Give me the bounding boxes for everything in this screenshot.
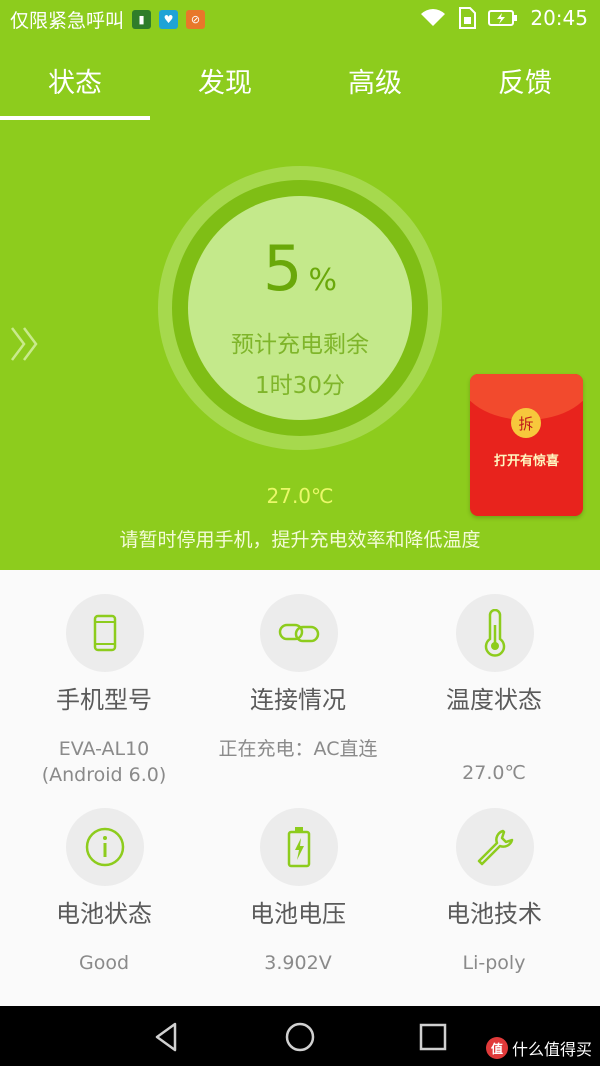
battery-info-grid: 手机型号 EVA-AL10 (Android 6.0) 连接情况 正在充电：AC…: [0, 570, 600, 1006]
thermometer-icon: [484, 609, 506, 657]
tab-discover[interactable]: 发现: [150, 40, 300, 120]
link-icon: [278, 623, 320, 643]
watermark: 值 什么值得买: [485, 1036, 592, 1060]
card-value: Good: [78, 952, 130, 974]
card-title: 电池电压: [250, 900, 346, 928]
red-packet-text: 打开有惊喜: [493, 454, 559, 469]
card-icon-circle: [66, 808, 144, 886]
card-value: 正在充电：AC直连: [218, 738, 378, 760]
charge-percent: 5%: [0, 232, 600, 305]
sim-icon: [459, 7, 477, 29]
status-left: 仅限紧急呼叫 ▮ ♥ ⊘: [10, 6, 206, 33]
info-icon: [85, 827, 125, 867]
tab-bar: 状态 发现 高级 反馈: [0, 40, 600, 120]
card-value: EVA-AL10 (Android 6.0): [41, 738, 167, 786]
card-title: 电池技术: [446, 900, 542, 928]
wrench-icon: [477, 829, 514, 866]
red-packet-promo[interactable]: 拆 打开有惊喜: [470, 374, 583, 516]
home-icon[interactable]: [283, 1020, 317, 1054]
tab-feedback-label: 反馈: [498, 67, 552, 99]
card-title: 手机型号: [56, 686, 152, 714]
card-value: Li-poly: [462, 952, 526, 974]
status-right: 20:45: [420, 6, 588, 30]
card-icon-circle: [260, 594, 338, 672]
battery-charging-icon: [488, 10, 518, 26]
battery-icon: [287, 827, 311, 868]
watermark-badge: 值: [485, 1037, 508, 1059]
status-bar: 仅限紧急呼叫 ▮ ♥ ⊘ 20:45: [0, 0, 600, 40]
wifi-icon: [421, 9, 446, 26]
recents-icon[interactable]: [416, 1020, 450, 1054]
card-title: 温度状态: [446, 686, 542, 714]
tab-discover-label: 发现: [198, 67, 252, 99]
tab-feedback[interactable]: 反馈: [450, 40, 600, 120]
charge-percent-unit: %: [308, 263, 337, 298]
card-icon-circle: [260, 808, 338, 886]
charge-percent-value: 5: [263, 232, 303, 305]
clock: 20:45: [530, 6, 588, 30]
charging-tip: 请暂时停用手机，提升充电效率和降低温度: [119, 529, 481, 551]
tab-status-label: 状态: [48, 67, 102, 99]
double-chevron-right-icon[interactable]: [8, 324, 44, 364]
phone-icon: [93, 614, 117, 652]
red-packet-seal: 拆: [511, 408, 541, 438]
card-icon-circle: [456, 594, 534, 672]
remaining-label: 预计充电剩余: [231, 332, 369, 358]
card-icon-circle: [456, 808, 534, 886]
blocked-app-icon: ⊘: [186, 10, 206, 29]
card-title: 电池状态: [56, 900, 152, 928]
back-icon[interactable]: [150, 1020, 184, 1054]
card-value: 27.0℃: [462, 762, 526, 784]
carrier-text: 仅限紧急呼叫: [10, 10, 125, 32]
card-value: 3.902V: [264, 952, 332, 974]
card-title: 连接情况: [250, 686, 346, 714]
tab-advanced[interactable]: 高级: [300, 40, 450, 120]
watermark-text: 什么值得买: [511, 1040, 592, 1059]
tab-advanced-label: 高级: [348, 67, 402, 99]
health-app-icon: ♥: [159, 10, 179, 29]
card-icon-circle: [66, 594, 144, 672]
battery-app-icon: ▮: [132, 10, 152, 29]
tab-status[interactable]: 状态: [0, 40, 150, 120]
